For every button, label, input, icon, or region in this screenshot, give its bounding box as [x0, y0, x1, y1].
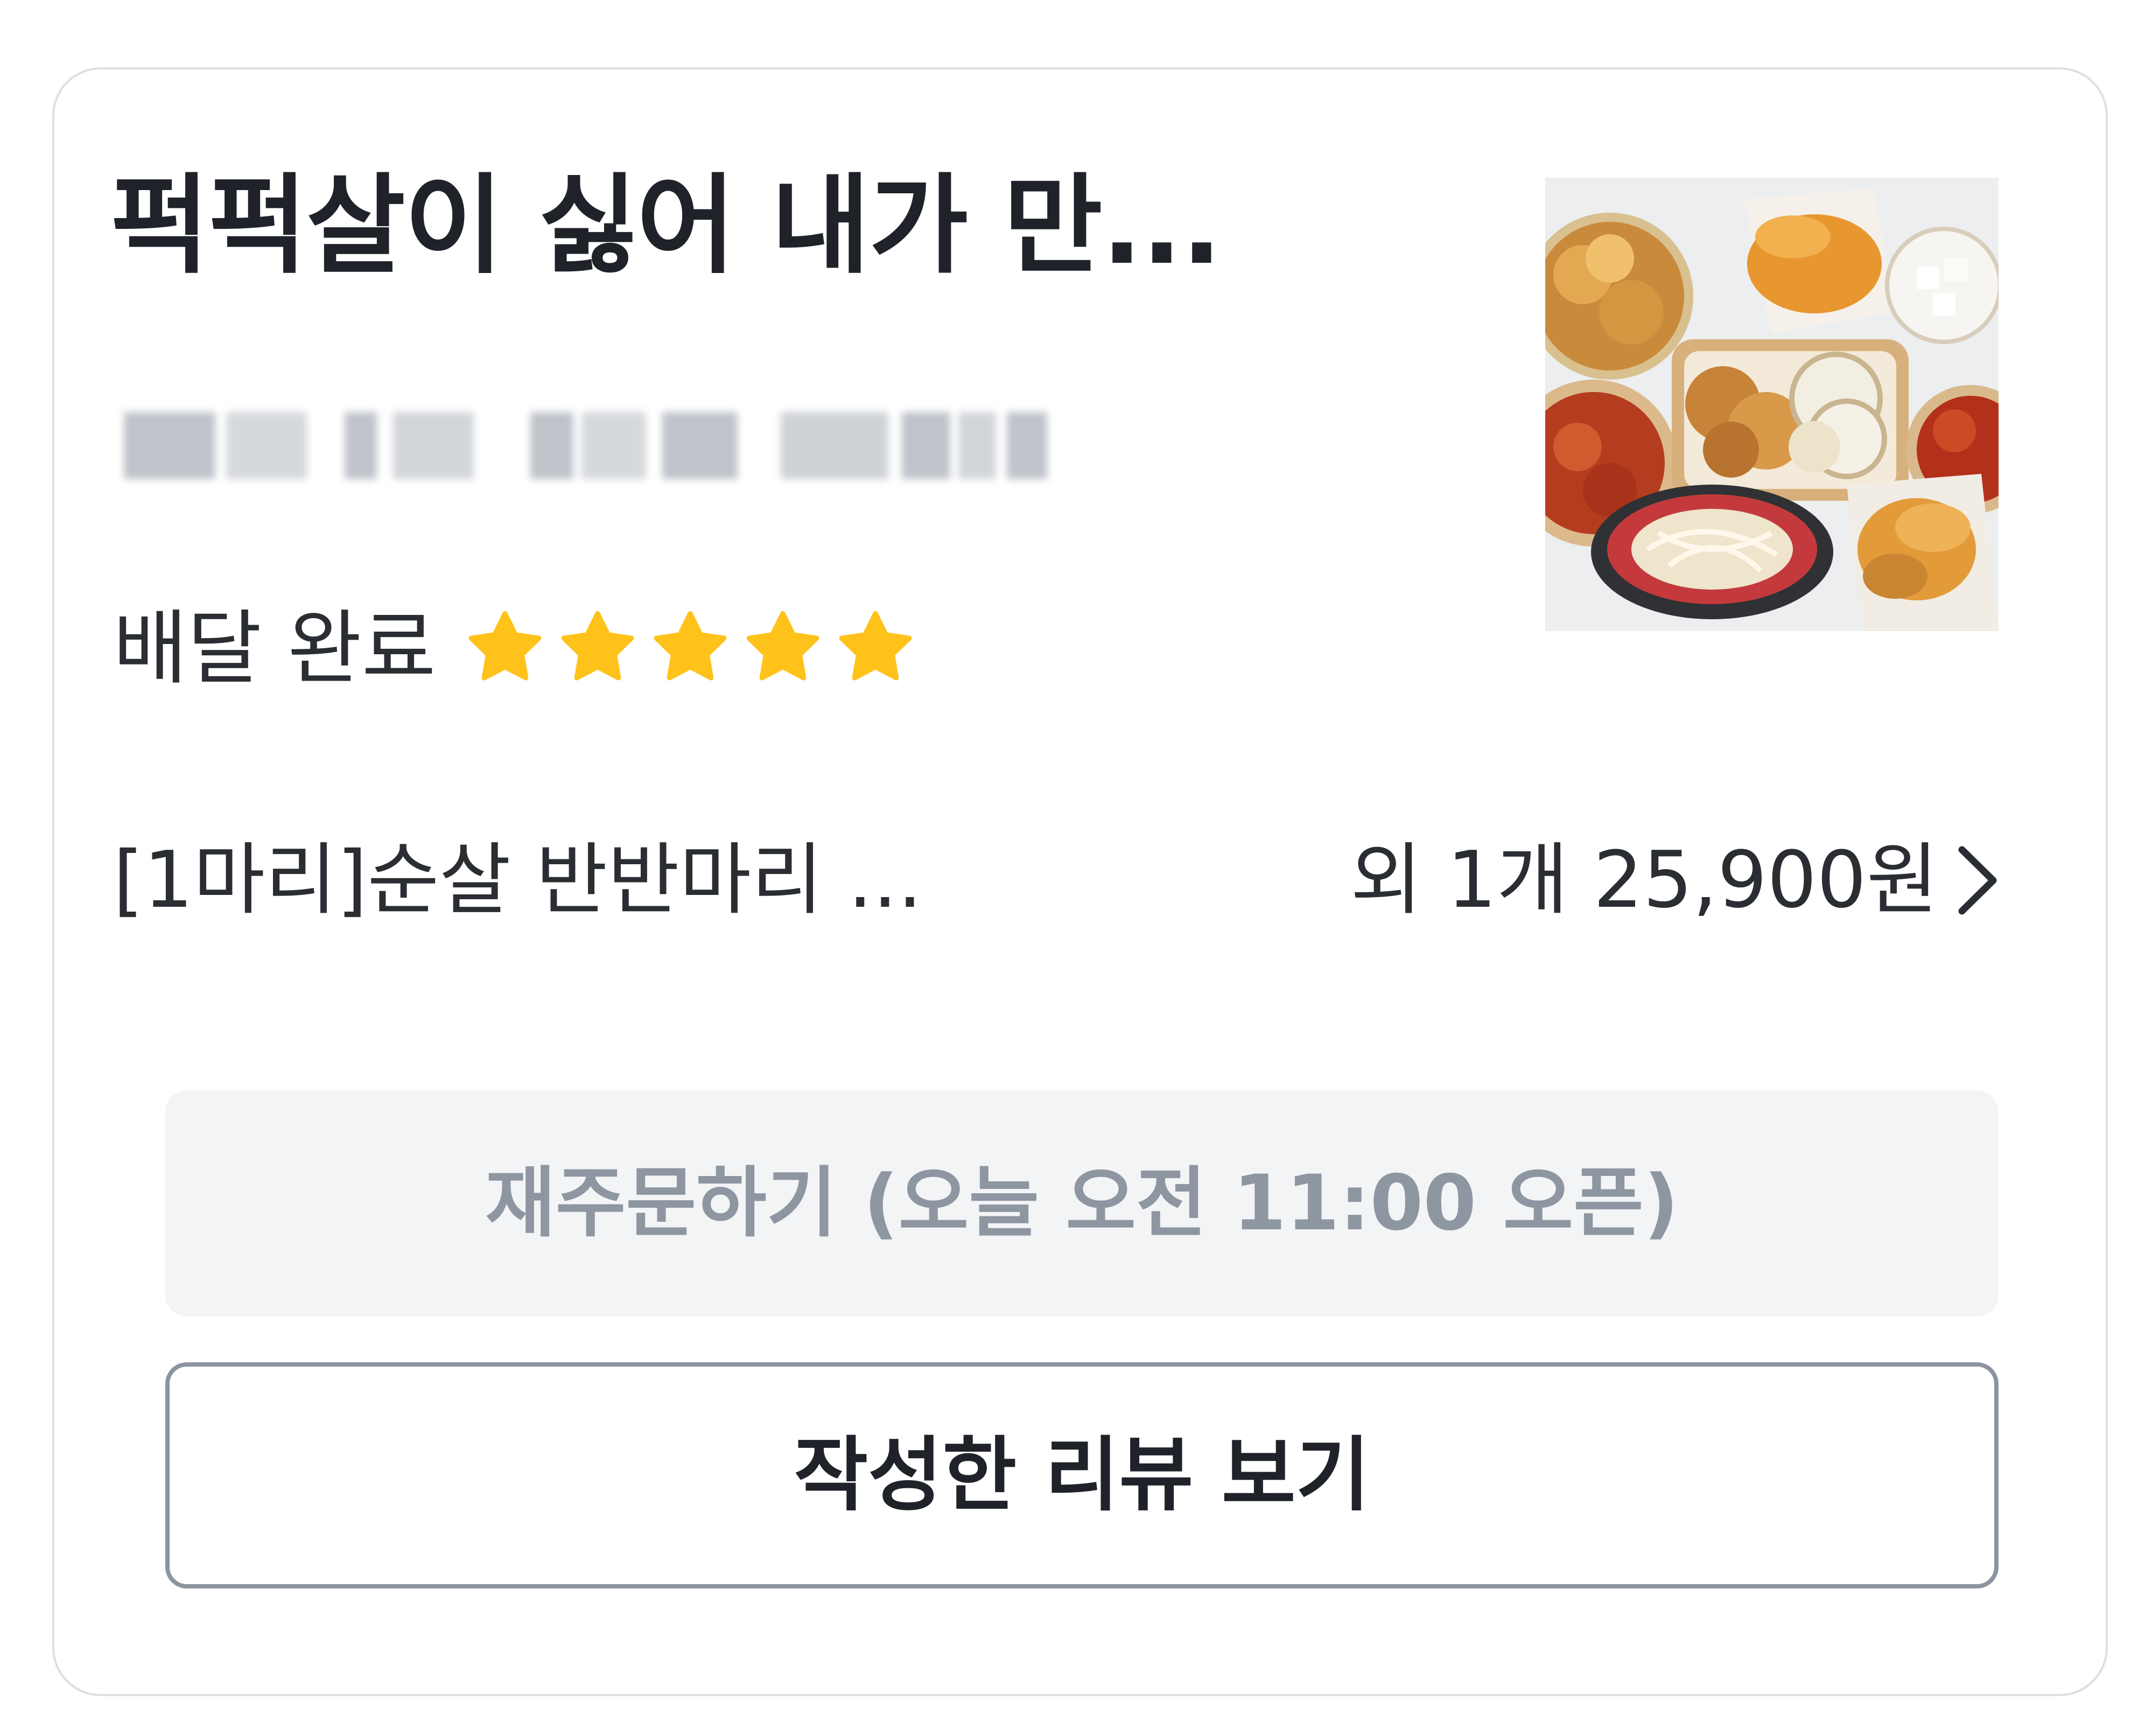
delivery-status: 배달 완료 — [113, 602, 436, 696]
store-thumbnail-image[interactable] — [1545, 178, 1999, 631]
star-icon — [561, 611, 634, 681]
delivery-status-row: 배달 완료 — [113, 592, 919, 705]
view-review-button[interactable]: 작성한 리뷰 보기 — [165, 1362, 1999, 1588]
order-summary[interactable]: 외 1개 25,900원 — [1350, 824, 2003, 937]
star-icon — [468, 611, 542, 681]
chevron-right-icon[interactable] — [1954, 840, 2003, 921]
star-icon — [746, 611, 819, 681]
blurred-order-detail — [118, 407, 1066, 487]
fried-chicken-photo — [1545, 178, 1999, 631]
reorder-button[interactable]: 재주문하기 (오늘 오전 11:00 오픈) — [165, 1090, 1999, 1317]
star-icon — [654, 611, 727, 681]
rating-stars — [462, 606, 919, 692]
order-items-row[interactable]: [1마리]순살 반반마리 ... 외 1개 25,900원 — [113, 824, 2003, 937]
star-icon — [839, 611, 912, 681]
order-item-name: [1마리]순살 반반마리 ... — [113, 835, 923, 926]
order-extra-and-price: 외 1개 25,900원 — [1350, 835, 1938, 926]
store-title[interactable]: 퍽퍽살이 싫어 내가 만... — [110, 143, 1489, 310]
